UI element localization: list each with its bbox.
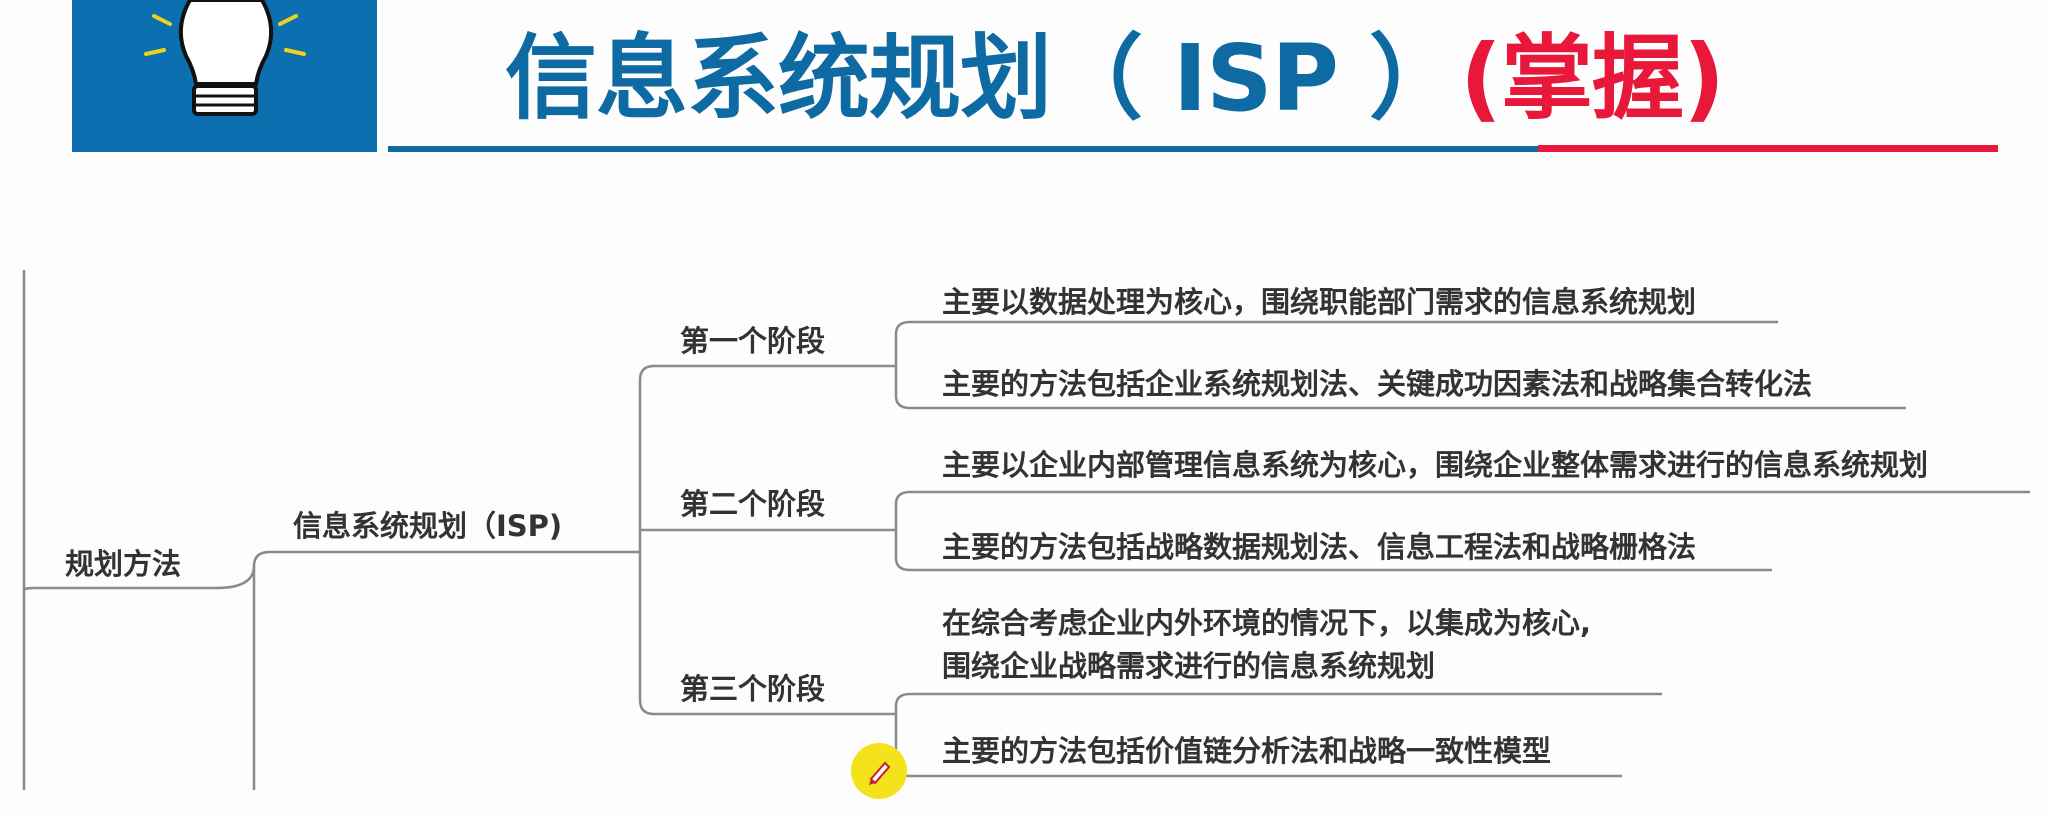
mindmap-root: 规划方法	[65, 547, 182, 581]
stage-3-item-2: 主要的方法包括价值链分析法和战略一致性模型	[942, 734, 1552, 768]
stage-3-item-1-line-1: 在综合考虑企业内外环境的情况下，以集成为核心,	[942, 606, 1592, 640]
stage-2-item-1: 主要以企业内部管理信息系统为核心，围绕企业整体需求进行的信息系统规划	[942, 448, 1929, 482]
pen-cursor-highlight	[851, 743, 907, 799]
stage-1-label: 第一个阶段	[680, 324, 826, 358]
stage-spine	[638, 364, 896, 552]
stage-1-item-2: 主要的方法包括企业系统规划法、关键成功因素法和战略集合转化法	[942, 367, 1813, 401]
pen-cursor-icon	[869, 761, 891, 785]
topic-branch	[215, 550, 640, 590]
stage-3-label: 第三个阶段	[680, 672, 826, 706]
stage-2-label: 第二个阶段	[680, 487, 826, 521]
stage-3-item-1-line-2: 围绕企业战略需求进行的信息系统规划	[942, 649, 1436, 683]
stage-2-item-2: 主要的方法包括战略数据规划法、信息工程法和战略栅格法	[942, 530, 1697, 564]
stage-1-item-1: 主要以数据处理为核心，围绕职能部门需求的信息系统规划	[942, 285, 1697, 319]
root-underline	[22, 586, 216, 591]
mindmap-topic: 信息系统规划（ISP)	[293, 509, 563, 543]
mindmap-connectors	[22, 270, 2030, 790]
